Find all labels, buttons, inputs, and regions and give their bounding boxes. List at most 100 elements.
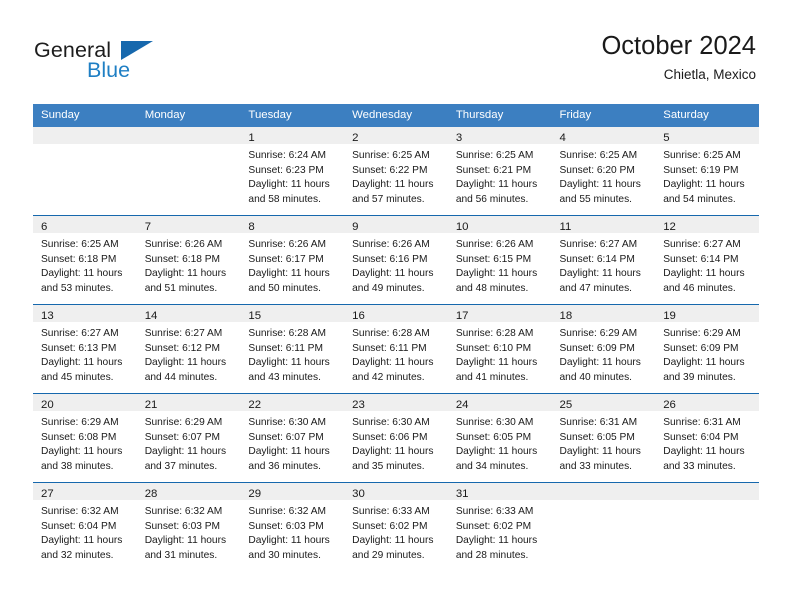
calendar-week-row: 20 Sunrise: 6:29 AM Sunset: 6:08 PM Dayligh… xyxy=(33,393,759,483)
day-number-band: 15 xyxy=(240,305,345,322)
day-details: Sunrise: 6:29 AM Sunset: 6:08 PM Daylight:… xyxy=(33,411,137,474)
calendar-day-cell[interactable]: 29 Sunrise: 6:32 AM Sunset: 6:03 PM Dayligh… xyxy=(240,482,345,571)
daylight-line-2: and 45 minutes. xyxy=(41,371,114,383)
calendar-day-cell[interactable]: 20 Sunrise: 6:29 AM Sunset: 6:08 PM Dayligh… xyxy=(33,393,137,483)
calendar-day-cell[interactable]: 6 Sunrise: 6:25 AM Sunset: 6:18 PM Daylight… xyxy=(33,215,137,305)
day-number: 3 xyxy=(455,132,463,144)
sunrise-line: Sunrise: 6:30 AM xyxy=(352,417,430,428)
calendar-day-cell[interactable]: 8 Sunrise: 6:26 AM Sunset: 6:17 PM Daylight… xyxy=(240,215,345,305)
day-number-band xyxy=(33,127,137,144)
sunset-line: Sunset: 6:23 PM xyxy=(248,164,324,176)
daylight-line-1: Daylight: 11 hours xyxy=(248,446,330,458)
calendar-day-cell[interactable]: 12 Sunrise: 6:27 AM Sunset: 6:14 PM Dayligh… xyxy=(655,215,759,305)
calendar-day-cell[interactable]: 1 Sunrise: 6:24 AM Sunset: 6:23 PM Daylight… xyxy=(240,127,345,216)
daylight-line-1: Daylight: 11 hours xyxy=(144,535,227,547)
daylight-line-2: and 49 minutes. xyxy=(352,282,425,294)
calendar-page: General Blue October 2024 Chietla, Mexic… xyxy=(0,0,792,612)
calendar-day-cell[interactable]: 23 Sunrise: 6:30 AM Sunset: 6:06 PM Dayligh… xyxy=(344,393,448,483)
calendar-day-cell[interactable]: 24 Sunrise: 6:30 AM Sunset: 6:05 PM Dayligh… xyxy=(447,393,552,483)
sunset-line: Sunset: 6:09 PM xyxy=(559,342,635,354)
daylight-line-1: Daylight: 11 hours xyxy=(559,357,641,369)
sunset-line: Sunset: 6:02 PM xyxy=(455,520,532,532)
calendar-day-cell[interactable]: 31 Sunrise: 6:33 AM Sunset: 6:02 PM Dayligh… xyxy=(447,482,552,571)
daylight-line-1: Daylight: 11 hours xyxy=(41,357,123,369)
calendar-day-cell[interactable]: 2 Sunrise: 6:25 AM Sunset: 6:22 PM Daylight… xyxy=(344,127,448,216)
daylight-line-1: Daylight: 11 hours xyxy=(352,535,434,547)
daylight-line-2: and 28 minutes. xyxy=(455,549,529,561)
day-number-band: 28 xyxy=(136,483,241,500)
sunset-line: Sunset: 6:11 PM xyxy=(352,342,427,354)
weekday-header-monday: Monday xyxy=(136,104,241,127)
calendar-day-cell[interactable]: 10 Sunrise: 6:26 AM Sunset: 6:15 PM Dayligh… xyxy=(447,215,552,305)
day-number-band: 6 xyxy=(33,216,137,233)
calendar-day-cell[interactable]: 16 Sunrise: 6:28 AM Sunset: 6:11 PM Dayligh… xyxy=(344,304,448,394)
daylight-line-1: Daylight: 11 hours xyxy=(144,446,227,458)
daylight-line-2: and 42 minutes. xyxy=(352,371,425,383)
sunset-line: Sunset: 6:16 PM xyxy=(352,253,428,265)
day-details: Sunrise: 6:31 AM Sunset: 6:05 PM Daylight:… xyxy=(552,411,656,474)
sunrise-line: Sunrise: 6:33 AM xyxy=(352,506,430,517)
calendar-day-cell[interactable]: 7 Sunrise: 6:26 AM Sunset: 6:18 PM Daylight… xyxy=(136,215,241,305)
daylight-line-2: and 34 minutes. xyxy=(455,460,529,472)
calendar-day-cell[interactable]: 25 Sunrise: 6:31 AM Sunset: 6:05 PM Dayligh… xyxy=(551,393,656,483)
day-number-band: 20 xyxy=(33,394,137,411)
daylight-line-2: and 46 minutes. xyxy=(663,282,736,294)
sunrise-line: Sunrise: 6:26 AM xyxy=(455,239,534,250)
calendar-day-cell[interactable]: 26 Sunrise: 6:31 AM Sunset: 6:04 PM Dayligh… xyxy=(655,393,759,483)
daylight-line-1: Daylight: 11 hours xyxy=(663,179,745,191)
day-details: Sunrise: 6:25 AM Sunset: 6:18 PM Daylight:… xyxy=(33,233,137,296)
calendar-day-cell[interactable]: 11 Sunrise: 6:27 AM Sunset: 6:14 PM Dayligh… xyxy=(551,215,656,305)
day-number: 21 xyxy=(144,399,158,411)
calendar-day-cell[interactable]: 18 Sunrise: 6:29 AM Sunset: 6:09 PM Dayligh… xyxy=(551,304,656,394)
day-number-band: 19 xyxy=(655,305,759,322)
calendar-day-cell[interactable]: 4 Sunrise: 6:25 AM Sunset: 6:20 PM Daylight… xyxy=(551,127,656,216)
sunset-line: Sunset: 6:18 PM xyxy=(41,253,117,265)
daylight-line-2: and 44 minutes. xyxy=(144,371,218,383)
sunset-line: Sunset: 6:05 PM xyxy=(559,431,635,443)
day-number: 17 xyxy=(455,310,469,322)
calendar-day-cell[interactable]: 3 Sunrise: 6:25 AM Sunset: 6:21 PM Daylight… xyxy=(447,127,552,216)
calendar-day-cell[interactable]: 5 Sunrise: 6:25 AM Sunset: 6:19 PM Daylight… xyxy=(655,127,759,216)
sunrise-line: Sunrise: 6:33 AM xyxy=(455,506,534,517)
calendar-day-cell[interactable]: 13 Sunrise: 6:27 AM Sunset: 6:13 PM Dayligh… xyxy=(33,304,137,394)
day-number-band: 24 xyxy=(447,394,552,411)
day-details: Sunrise: 6:29 AM Sunset: 6:09 PM Daylight:… xyxy=(552,322,656,385)
day-details: Sunrise: 6:25 AM Sunset: 6:21 PM Daylight:… xyxy=(448,144,552,207)
calendar-day-cell[interactable]: 27 Sunrise: 6:32 AM Sunset: 6:04 PM Dayligh… xyxy=(33,482,137,571)
daylight-line-1: Daylight: 11 hours xyxy=(352,268,434,280)
daylight-line-2: and 40 minutes. xyxy=(559,371,633,383)
day-number-band: 8 xyxy=(240,216,345,233)
day-number: 12 xyxy=(663,221,676,233)
general-blue-logo[interactable]: General Blue xyxy=(34,38,224,88)
sunrise-line: Sunrise: 6:24 AM xyxy=(248,150,326,161)
sunrise-line: Sunrise: 6:25 AM xyxy=(663,150,741,161)
daylight-line-1: Daylight: 11 hours xyxy=(248,179,330,191)
calendar-day-cell[interactable]: 28 Sunrise: 6:32 AM Sunset: 6:03 PM Dayligh… xyxy=(136,482,241,571)
daylight-line-2: and 57 minutes. xyxy=(352,193,425,205)
calendar-day-cell[interactable]: 21 Sunrise: 6:29 AM Sunset: 6:07 PM Dayligh… xyxy=(136,393,241,483)
day-details: Sunrise: 6:27 AM Sunset: 6:12 PM Daylight:… xyxy=(137,322,241,385)
calendar-day-cell[interactable]: 15 Sunrise: 6:28 AM Sunset: 6:11 PM Dayligh… xyxy=(240,304,345,394)
daylight-line-1: Daylight: 11 hours xyxy=(455,535,538,547)
sunset-line: Sunset: 6:12 PM xyxy=(144,342,221,354)
calendar-day-cell[interactable]: 22 Sunrise: 6:30 AM Sunset: 6:07 PM Dayligh… xyxy=(240,393,345,483)
calendar-header-row: Sunday Monday Tuesday Wednesday Thursday… xyxy=(33,104,759,127)
calendar-body: 1 Sunrise: 6:24 AM Sunset: 6:23 PM Daylight… xyxy=(33,127,759,571)
day-details: Sunrise: 6:27 AM Sunset: 6:14 PM Daylight:… xyxy=(655,233,759,296)
calendar-week-row: 27 Sunrise: 6:32 AM Sunset: 6:04 PM Dayligh… xyxy=(33,482,759,571)
calendar-day-cell[interactable]: 30 Sunrise: 6:33 AM Sunset: 6:02 PM Dayligh… xyxy=(344,482,448,571)
day-details: Sunrise: 6:28 AM Sunset: 6:10 PM Daylight:… xyxy=(448,322,552,385)
weekday-header-wednesday: Wednesday xyxy=(344,104,448,127)
day-number-band: 3 xyxy=(447,127,552,144)
calendar-day-cell[interactable]: 19 Sunrise: 6:29 AM Sunset: 6:09 PM Dayligh… xyxy=(655,304,759,394)
sunrise-line: Sunrise: 6:32 AM xyxy=(41,506,119,517)
calendar-day-cell[interactable]: 17 Sunrise: 6:28 AM Sunset: 6:10 PM Dayligh… xyxy=(447,304,552,394)
sunset-line: Sunset: 6:22 PM xyxy=(352,164,428,176)
sunrise-line: Sunrise: 6:25 AM xyxy=(455,150,534,161)
calendar-day-cell[interactable]: 14 Sunrise: 6:27 AM Sunset: 6:12 PM Dayligh… xyxy=(136,304,241,394)
daylight-line-2: and 36 minutes. xyxy=(248,460,321,472)
sunrise-line: Sunrise: 6:28 AM xyxy=(248,328,326,339)
day-number-band: 21 xyxy=(136,394,241,411)
day-details: Sunrise: 6:30 AM Sunset: 6:06 PM Daylight:… xyxy=(344,411,448,474)
calendar-day-cell[interactable]: 9 Sunrise: 6:26 AM Sunset: 6:16 PM Daylight… xyxy=(344,215,448,305)
